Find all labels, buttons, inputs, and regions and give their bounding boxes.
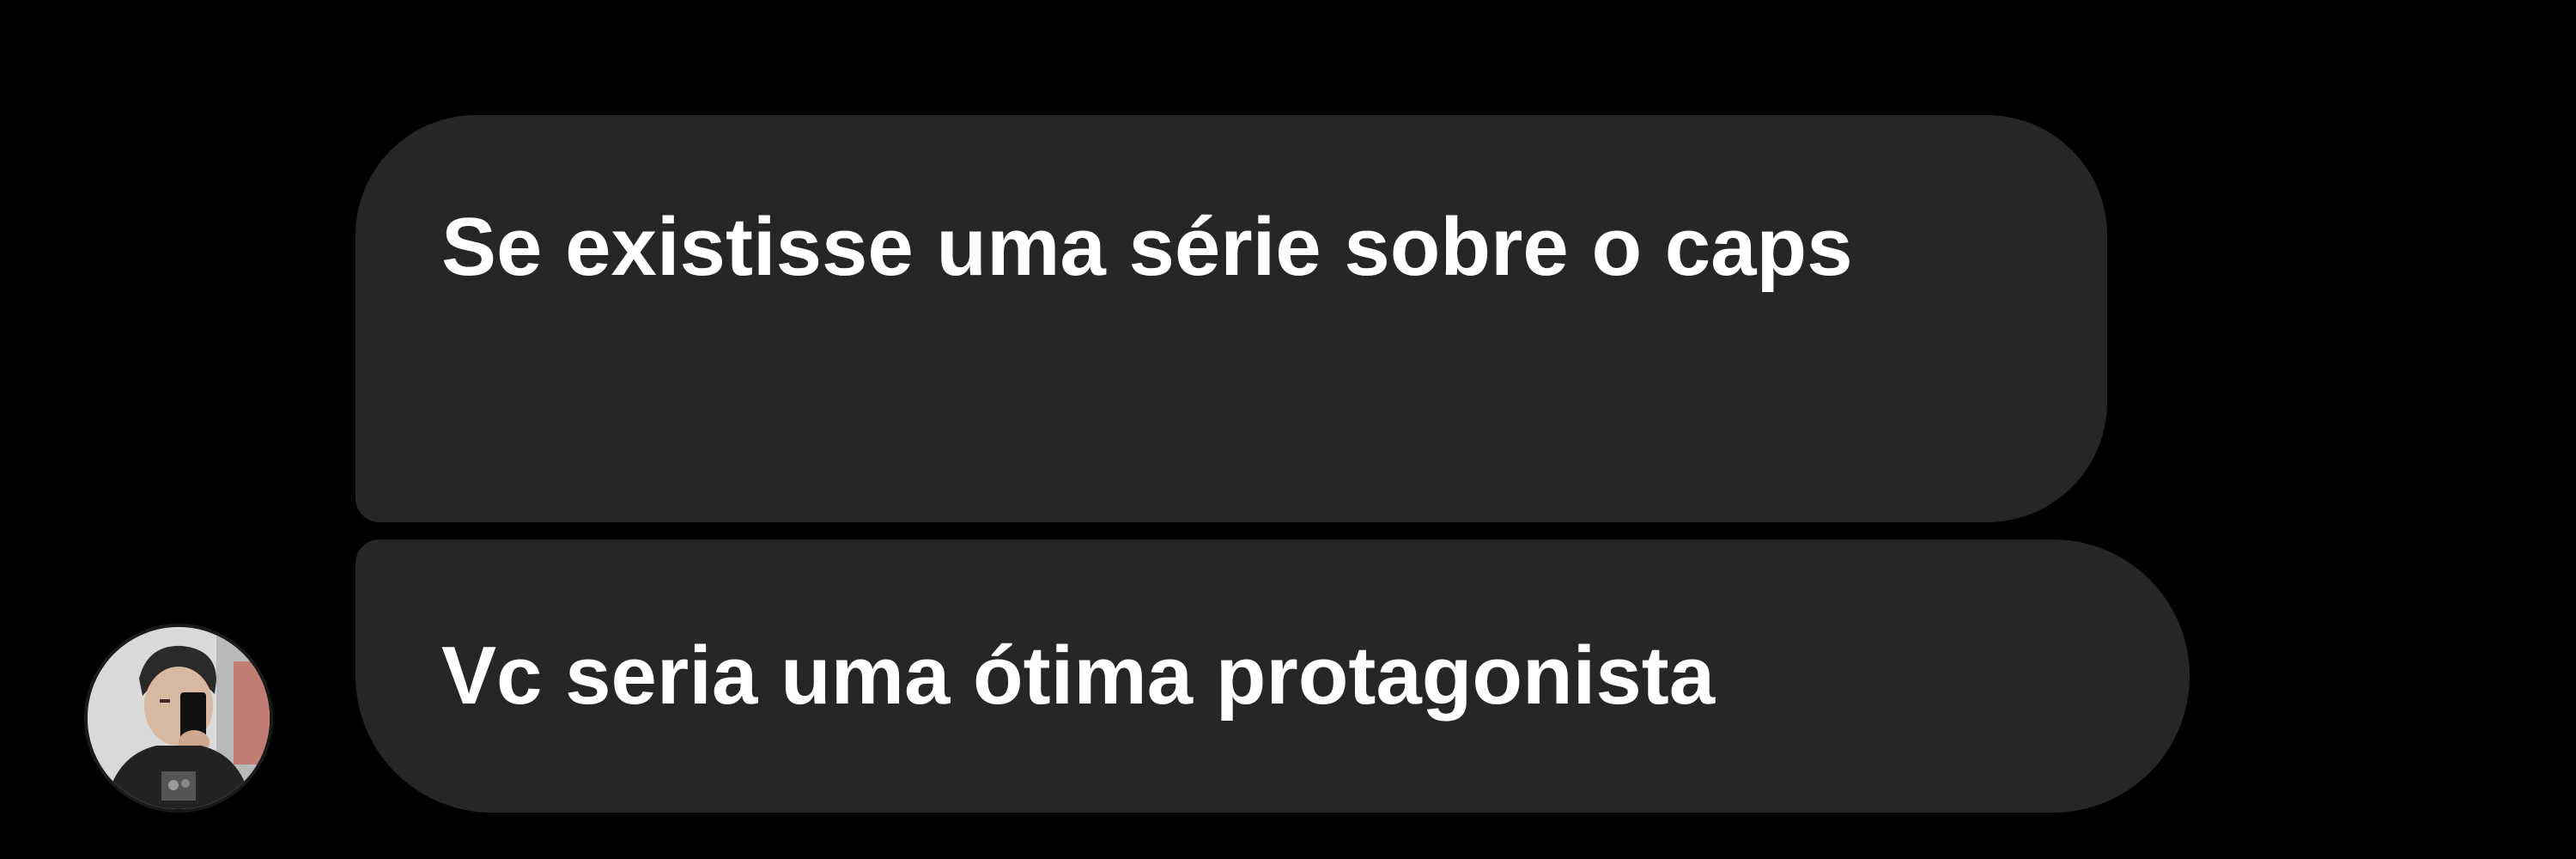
- chat-area: Se existisse uma série sobre o caps Vc s…: [0, 0, 2576, 859]
- sender-avatar[interactable]: [84, 624, 273, 813]
- user-avatar-icon: [88, 627, 270, 809]
- message-bubble[interactable]: Se existisse uma série sobre o caps: [355, 115, 2107, 522]
- message-text: Vc seria uma ótima protagonista: [441, 630, 1716, 722]
- message-text: Se existisse uma série sobre o caps: [441, 201, 1853, 293]
- message-bubble[interactable]: Vc seria uma ótima protagonista: [355, 539, 2190, 813]
